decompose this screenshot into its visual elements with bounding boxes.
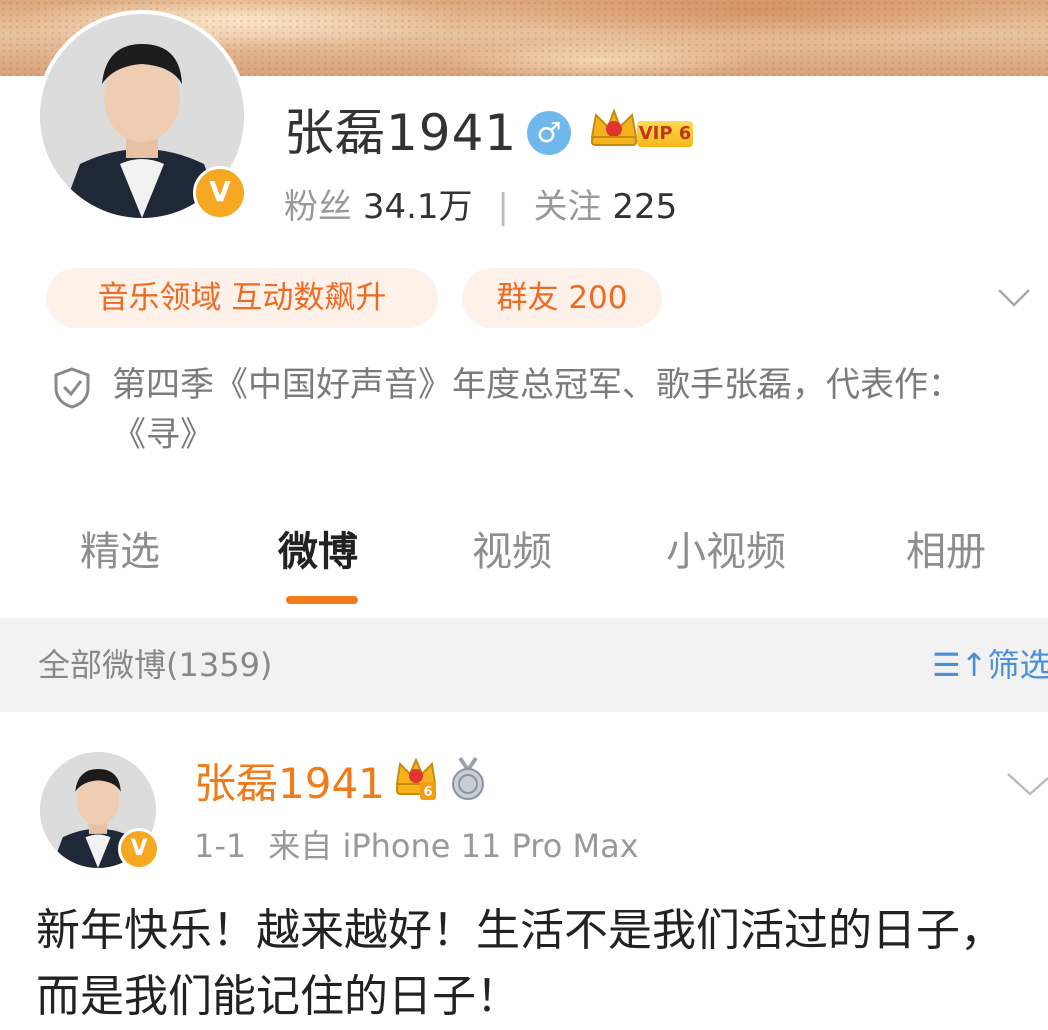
crown-level: 6 bbox=[423, 785, 432, 800]
following-label[interactable]: 关注 bbox=[534, 187, 602, 227]
fans-label[interactable]: 粉丝 bbox=[284, 187, 352, 227]
tab-video[interactable]: 视频 bbox=[472, 520, 552, 584]
profile-bio: 第四季《中国好声音》年度总冠军、歌手张磊，代表作：《寻》 bbox=[112, 360, 992, 460]
filter-icon: ☰↑ bbox=[932, 646, 988, 684]
medal-icon bbox=[448, 756, 490, 802]
tab-short-video[interactable]: 小视频 bbox=[666, 520, 786, 584]
profile-name: 张磊1941 bbox=[284, 98, 517, 168]
filter-label: 筛选 bbox=[988, 646, 1048, 684]
male-gender-icon: ♂ bbox=[527, 111, 571, 155]
following-count[interactable]: 225 bbox=[612, 187, 677, 227]
tag-music-domain[interactable]: 音乐领域 互动数飙升 bbox=[46, 268, 438, 328]
profile-tabs: 精选 微博 视频 小视频 相册 bbox=[0, 520, 1048, 590]
post-content: 新年快乐！越来越好！生活不是我们活过的日子，而是我们能记住的日子！ bbox=[36, 898, 1026, 1030]
post-meta: 1-1 来自 iPhone 11 Pro Max bbox=[194, 822, 639, 870]
post-source: 来自 iPhone 11 Pro Max bbox=[268, 827, 638, 865]
follow-stats: 粉丝 34.1万 | 关注 225 bbox=[284, 182, 677, 232]
active-tab-indicator bbox=[286, 596, 358, 604]
tab-featured[interactable]: 精选 bbox=[80, 520, 160, 584]
tag-group-friends[interactable]: 群友 200 bbox=[462, 268, 662, 328]
post-date: 1-1 bbox=[194, 827, 246, 865]
fans-count[interactable]: 34.1万 bbox=[363, 187, 473, 227]
filter-button[interactable]: ☰↑筛选 bbox=[932, 640, 1048, 690]
tab-album[interactable]: 相册 bbox=[906, 520, 986, 584]
post-filter-bar: 全部微博(1359) ☰↑筛选 bbox=[0, 618, 1048, 712]
all-posts-count[interactable]: 全部微博(1359) bbox=[38, 640, 272, 690]
vip-level-label: VIP 6 bbox=[637, 121, 693, 147]
post-verified-badge: V bbox=[118, 828, 160, 870]
post-menu-chevron-icon[interactable] bbox=[1004, 770, 1048, 798]
vip-crown-icon: 6 bbox=[394, 758, 440, 802]
post-author-name[interactable]: 张磊1941 bbox=[194, 754, 385, 814]
tab-weibo[interactable]: 微博 bbox=[278, 520, 358, 584]
stats-divider: | bbox=[497, 187, 508, 227]
chevron-down-icon[interactable] bbox=[996, 286, 1032, 310]
verified-badge: V bbox=[193, 166, 247, 220]
shield-check-icon bbox=[52, 366, 92, 410]
